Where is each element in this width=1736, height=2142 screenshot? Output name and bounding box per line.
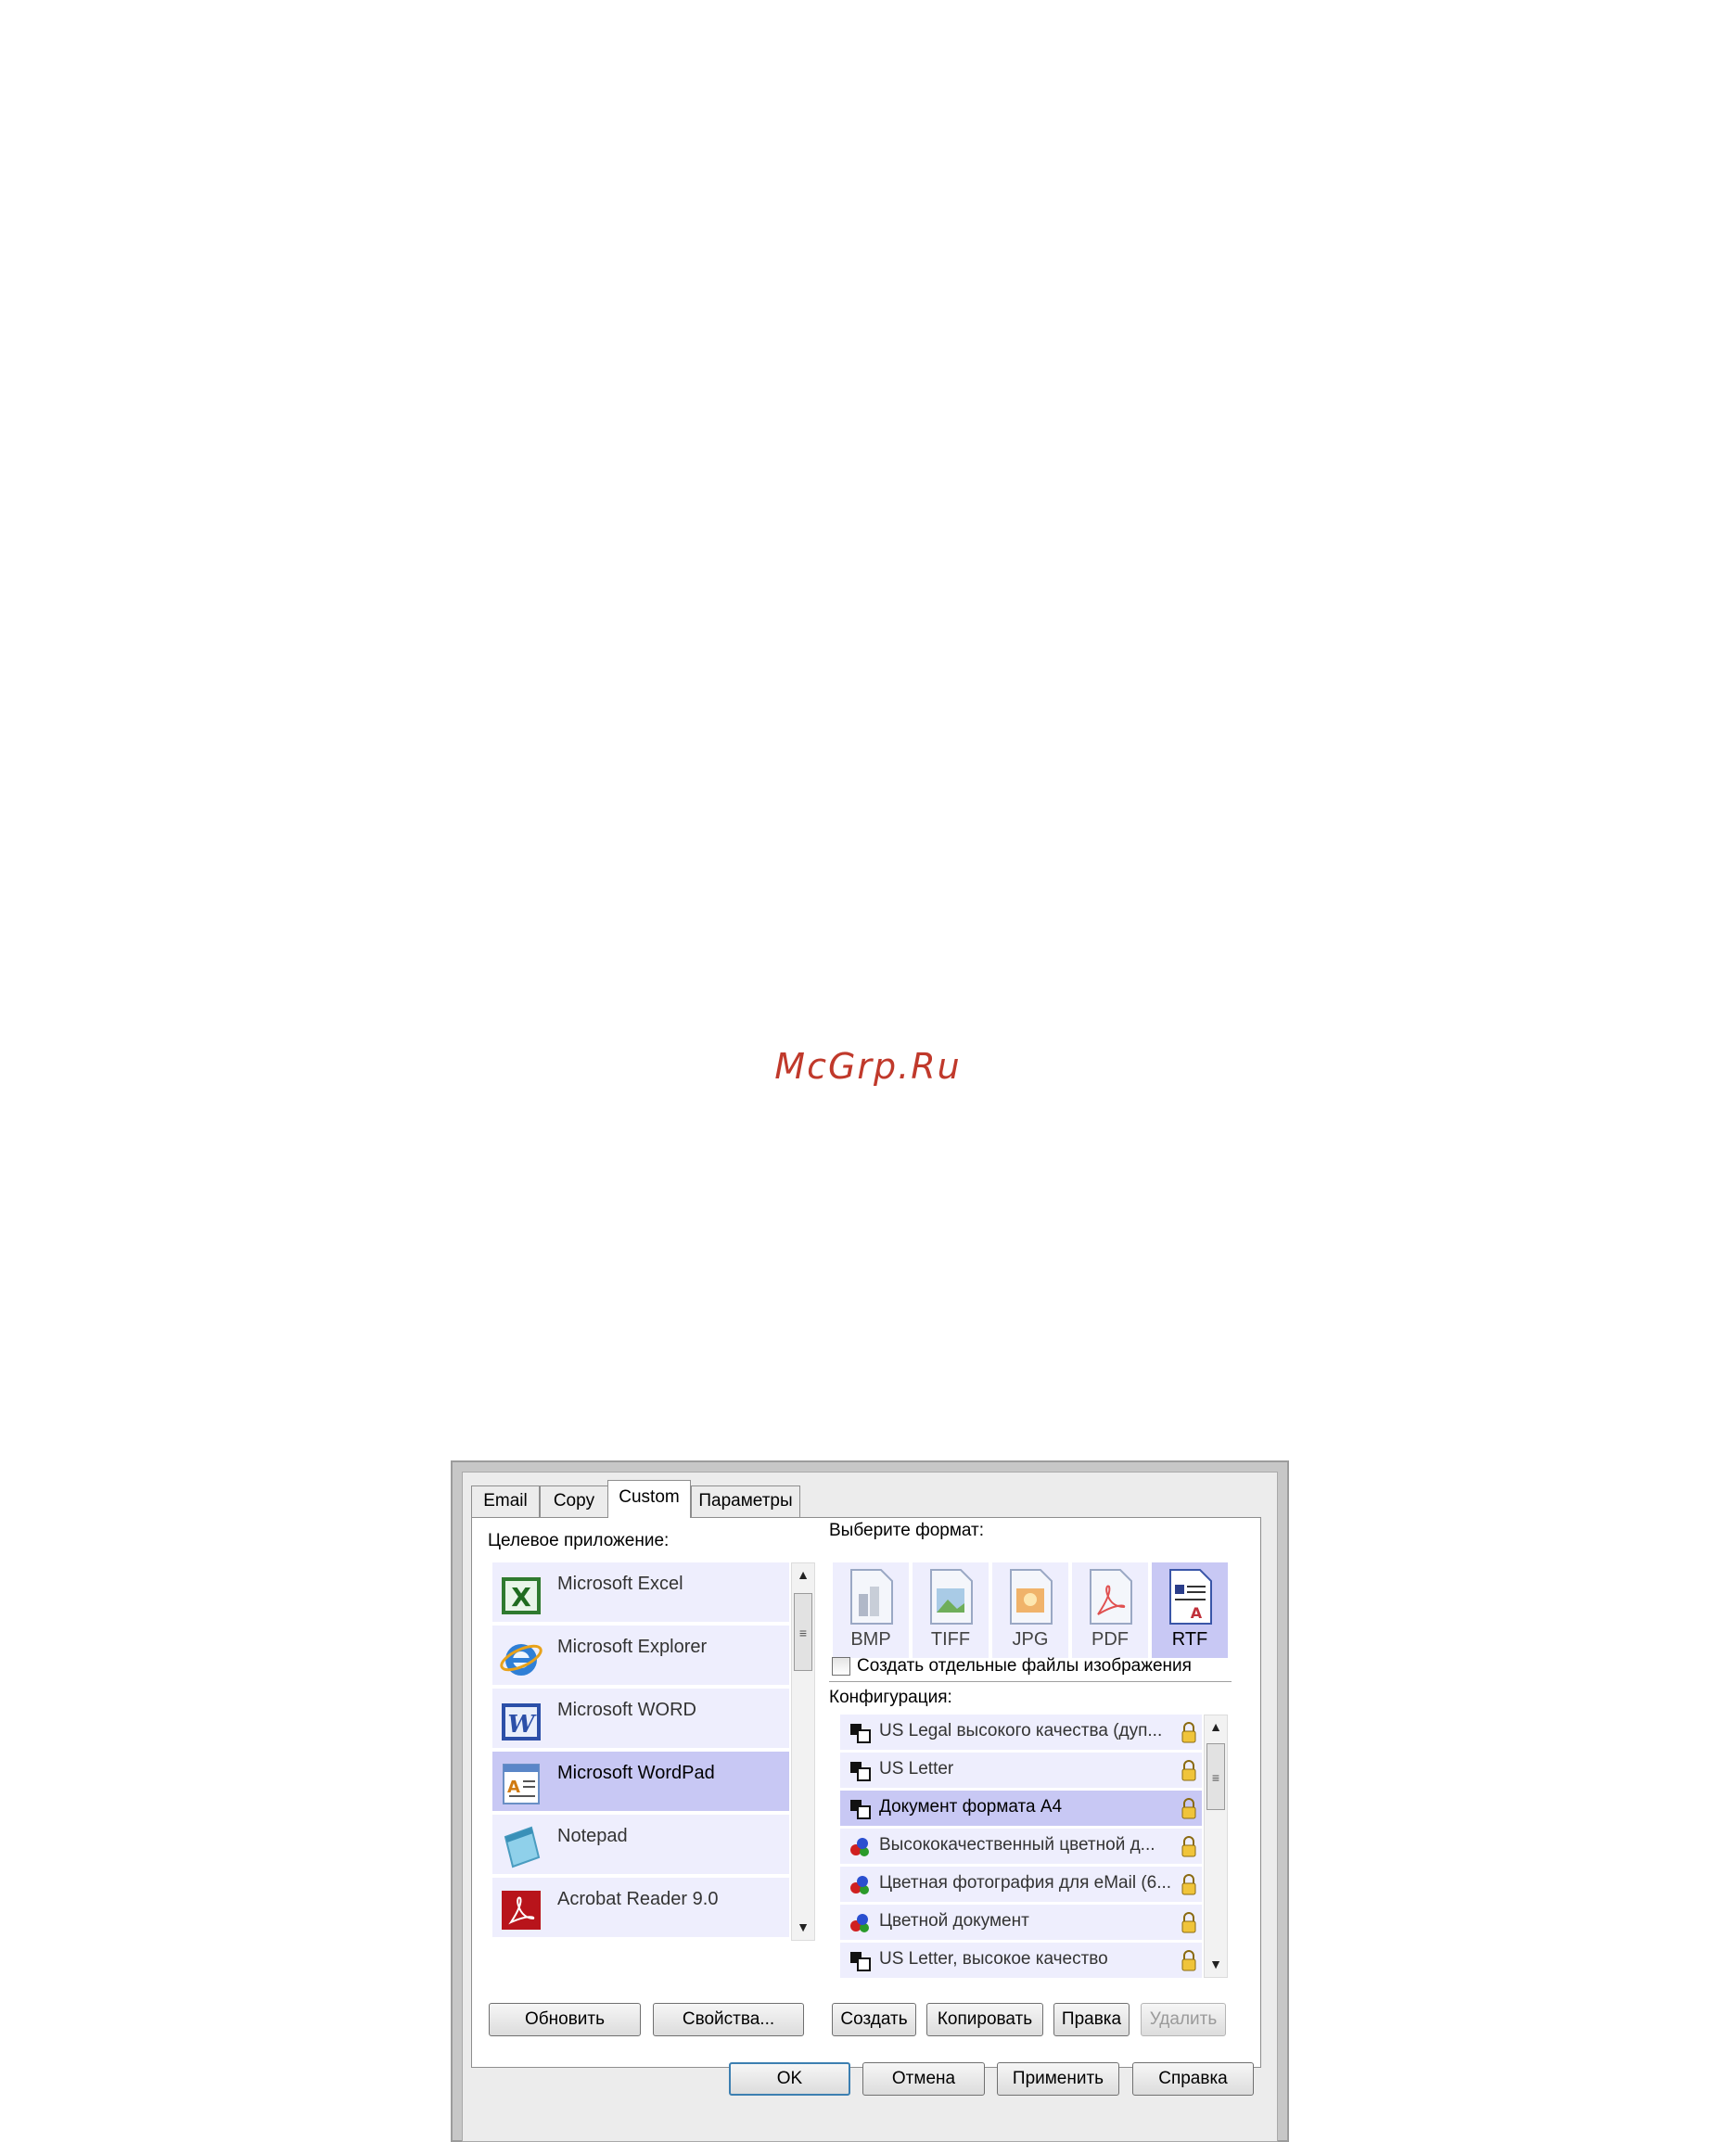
app-list[interactable]: X Microsoft Excel Microsoft Explorer W M… <box>492 1562 821 1941</box>
notepad-icon <box>504 1826 541 1868</box>
config-item[interactable]: US Letter <box>840 1753 1202 1788</box>
properties-button[interactable]: Свойства... <box>653 2003 804 2036</box>
tab-custom[interactable]: Custom <box>607 1480 691 1518</box>
copy-config-button[interactable]: Копировать <box>926 2003 1043 2036</box>
config-name: US Letter <box>879 1759 954 1779</box>
refresh-button[interactable]: Обновить <box>489 2003 641 2036</box>
color-doc-icon <box>850 1838 869 1856</box>
bw-doc-icon <box>850 1952 871 1971</box>
lock-icon <box>1181 1874 1196 1895</box>
internet-explorer-icon <box>500 1644 542 1676</box>
app-item-notepad[interactable]: Notepad <box>492 1815 789 1874</box>
config-item[interactable]: US Legal высокого качества (дуп... <box>840 1715 1202 1750</box>
scroll-thumb[interactable]: ≡ <box>794 1593 812 1671</box>
delete-button[interactable]: Удалить <box>1141 2003 1226 2036</box>
config-name: Цветной документ <box>879 1911 1029 1931</box>
jpg-file-icon <box>1010 1569 1053 1625</box>
format-name: PDF <box>1091 1629 1129 1650</box>
config-item-selected[interactable]: Документ формата A4 <box>840 1791 1202 1826</box>
tiff-file-icon <box>930 1569 973 1625</box>
bw-doc-icon <box>850 1800 871 1819</box>
config-name: Высококачественный цветной д... <box>879 1835 1155 1855</box>
lock-icon <box>1181 1950 1196 1971</box>
separate-files-label: Создать отдельные файлы изображения <box>857 1656 1192 1676</box>
svg-text:A: A <box>507 1778 520 1797</box>
acrobat-icon <box>502 1891 541 1930</box>
separate-files-checkbox[interactable] <box>832 1657 850 1676</box>
format-name: BMP <box>850 1629 891 1650</box>
config-item[interactable]: Цветная фотография для eMail (6... <box>840 1867 1202 1902</box>
scroll-up-icon[interactable]: ▲ <box>792 1567 814 1582</box>
app-name: Notepad <box>557 1826 628 1846</box>
svg-text:A: A <box>1191 1604 1203 1622</box>
scroll-down-icon[interactable]: ▼ <box>1205 1957 1227 1971</box>
format-rtf[interactable]: A RTF <box>1152 1562 1228 1658</box>
help-button[interactable]: Справка <box>1132 2062 1254 2096</box>
app-item-word[interactable]: W Microsoft WORD <box>492 1689 789 1748</box>
tab-parameters[interactable]: Параметры <box>691 1485 800 1517</box>
create-button[interactable]: Создать <box>832 2003 916 2036</box>
app-item-wordpad[interactable]: A Microsoft WordPad <box>492 1752 789 1811</box>
format-bmp[interactable]: BMP <box>833 1562 909 1658</box>
edit-button[interactable]: Правка <box>1053 2003 1130 2036</box>
app-item-excel[interactable]: X Microsoft Excel <box>492 1562 789 1622</box>
config-name: Документ формата A4 <box>879 1797 1063 1817</box>
format-name: JPG <box>1012 1629 1049 1650</box>
config-item[interactable]: US Letter, высокое качество <box>840 1943 1202 1978</box>
app-item-explorer[interactable]: Microsoft Explorer <box>492 1626 789 1685</box>
format-tiff[interactable]: TIFF <box>913 1562 989 1658</box>
tab-email[interactable]: Email <box>471 1485 540 1517</box>
format-name: TIFF <box>930 1629 971 1650</box>
divider <box>829 1681 1232 1682</box>
config-item[interactable]: Цветной документ <box>840 1905 1202 1940</box>
wordpad-icon: A <box>503 1764 540 1804</box>
app-list-scrollbar[interactable]: ▲ ≡ ▼ <box>791 1562 815 1941</box>
excel-icon: X <box>502 1577 541 1614</box>
app-name: Microsoft WORD <box>557 1700 696 1720</box>
app-name: Microsoft WordPad <box>557 1763 715 1783</box>
lock-icon <box>1181 1798 1196 1819</box>
svg-text:W: W <box>507 1711 537 1739</box>
config-name: US Letter, высокое качество <box>879 1949 1108 1969</box>
scroll-up-icon[interactable]: ▲ <box>1205 1719 1227 1734</box>
bmp-file-icon <box>850 1569 893 1625</box>
apply-button[interactable]: Применить <box>997 2062 1119 2096</box>
config-list-scrollbar[interactable]: ▲ ≡ ▼ <box>1204 1715 1228 1978</box>
app-name: Acrobat Reader 9.0 <box>557 1889 719 1909</box>
target-app-label: Целевое приложение: <box>488 1531 670 1550</box>
format-name: RTF <box>1171 1629 1208 1650</box>
word-icon: W <box>502 1703 541 1740</box>
pdf-file-icon <box>1090 1569 1132 1625</box>
app-name: Microsoft Explorer <box>557 1637 708 1657</box>
format-pdf[interactable]: PDF <box>1072 1562 1148 1658</box>
bw-doc-icon <box>850 1762 871 1781</box>
color-doc-icon <box>850 1876 869 1894</box>
rtf-file-icon: A <box>1169 1569 1212 1625</box>
format-jpg[interactable]: JPG <box>992 1562 1068 1658</box>
config-label: Конфигурация: <box>829 1688 952 1707</box>
bw-doc-icon <box>850 1724 871 1743</box>
scroll-thumb[interactable]: ≡ <box>1206 1743 1225 1810</box>
config-name: US Legal высокого качества (дуп... <box>879 1721 1163 1740</box>
watermark: McGrp.Ru <box>774 1046 962 1087</box>
cancel-button[interactable]: Отмена <box>862 2062 985 2096</box>
config-name: Цветная фотография для eMail (6... <box>879 1873 1172 1893</box>
lock-icon <box>1181 1722 1196 1743</box>
tab-copy[interactable]: Copy <box>540 1485 608 1517</box>
ok-button[interactable]: OK <box>729 2062 850 2096</box>
scroll-down-icon[interactable]: ▼ <box>792 1919 814 1934</box>
svg-text:X: X <box>511 1582 531 1613</box>
app-item-acrobat[interactable]: Acrobat Reader 9.0 <box>492 1878 789 1937</box>
format-label: Выберите формат: <box>829 1521 985 1540</box>
lock-icon <box>1181 1760 1196 1781</box>
config-item[interactable]: Высококачественный цветной д... <box>840 1829 1202 1864</box>
lock-icon <box>1181 1836 1196 1857</box>
app-name: Microsoft Excel <box>557 1574 683 1594</box>
color-doc-icon <box>850 1914 869 1932</box>
lock-icon <box>1181 1912 1196 1933</box>
